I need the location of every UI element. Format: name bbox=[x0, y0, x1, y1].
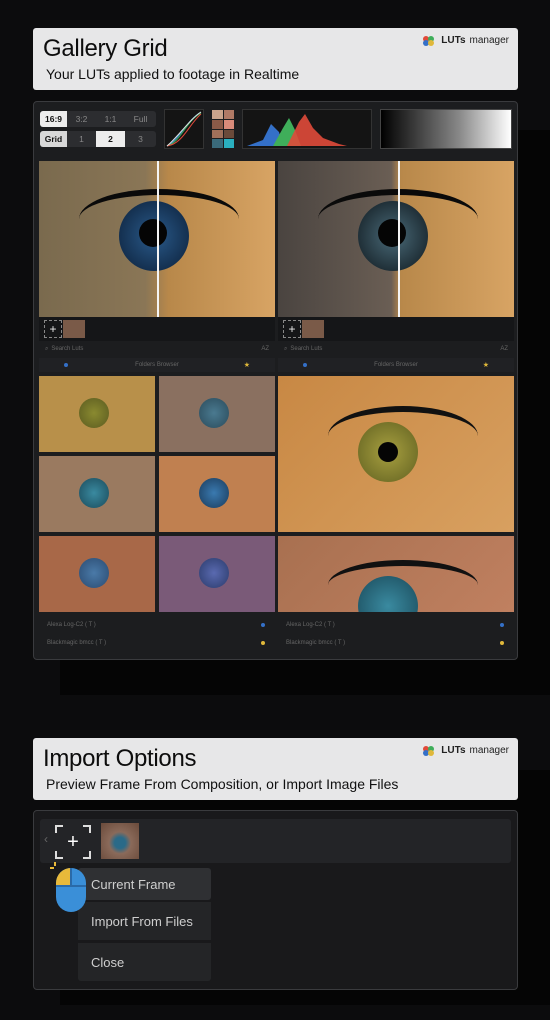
split-line[interactable] bbox=[398, 161, 400, 317]
search-icon: ⌕ bbox=[45, 345, 49, 352]
grid-tile-2[interactable] bbox=[159, 376, 275, 452]
logo-icon bbox=[423, 35, 437, 46]
search-bar-right[interactable]: ⌕ Search Luts AZ bbox=[278, 342, 514, 356]
large-tile-1[interactable] bbox=[278, 376, 514, 532]
histogram-widget[interactable] bbox=[242, 109, 372, 149]
lut-item-label: Alexa Log-C2 ( T ) bbox=[286, 622, 335, 628]
grid-label: Grid bbox=[40, 131, 67, 147]
folders-bar-left[interactable]: Folders Browser ★ bbox=[39, 358, 275, 372]
brand-bold: LUTs bbox=[441, 745, 466, 756]
histogram-graph bbox=[247, 114, 347, 146]
preview-right[interactable] bbox=[278, 161, 514, 317]
add-frame-button[interactable]: + bbox=[283, 320, 301, 338]
preview-left[interactable] bbox=[39, 161, 275, 317]
search-placeholder: Search Luts bbox=[51, 346, 84, 352]
add-frame-button[interactable]: + bbox=[44, 320, 62, 338]
brand-logo: LUTs manager bbox=[423, 745, 509, 756]
lut-item-label: Alexa Log-C2 ( T ) bbox=[47, 622, 96, 628]
add-frame-button[interactable]: + bbox=[55, 825, 91, 859]
menu-label: Current Frame bbox=[91, 876, 176, 892]
frame-thumbnail[interactable] bbox=[63, 320, 85, 338]
star-icon[interactable]: ★ bbox=[483, 361, 489, 369]
grid-size-selector: Grid 1 2 3 bbox=[40, 131, 156, 147]
aspect-option-full[interactable]: Full bbox=[125, 111, 156, 127]
menu-close[interactable]: Close bbox=[78, 943, 211, 981]
curves-graph bbox=[166, 111, 202, 147]
thumb-strip-right: + bbox=[278, 317, 514, 341]
brand-light: manager bbox=[469, 745, 509, 756]
brand-logo: LUTs manager bbox=[423, 35, 509, 46]
aspect-option-3-2[interactable]: 3:2 bbox=[67, 111, 96, 127]
search-bar-left[interactable]: ⌕ Search Luts AZ bbox=[39, 342, 275, 356]
lut-item-left-1[interactable]: Alexa Log-C2 ( T ) bbox=[39, 617, 275, 633]
thumb-strip-left: + bbox=[39, 317, 275, 341]
search-placeholder: Search Luts bbox=[290, 346, 323, 352]
grid-tile-6[interactable] bbox=[159, 536, 275, 612]
grid-tile-3[interactable] bbox=[39, 456, 155, 532]
curves-widget[interactable] bbox=[164, 109, 204, 149]
folders-bar-right[interactable]: Folders Browser ★ bbox=[278, 358, 514, 372]
search-icon: ⌕ bbox=[284, 345, 288, 352]
grid-tile-4[interactable] bbox=[159, 456, 275, 532]
gallery-grid-card: Gallery Grid Your LUTs applied to footag… bbox=[33, 28, 518, 90]
lut-item-label: Blackmagic bmcc ( T ) bbox=[47, 640, 107, 646]
grid-option-1[interactable]: 1 bbox=[67, 131, 96, 147]
large-tile-2[interactable] bbox=[278, 536, 514, 612]
grid-tile-5[interactable] bbox=[39, 536, 155, 612]
swatch-palette[interactable] bbox=[212, 110, 234, 148]
frame-thumbnail[interactable] bbox=[101, 823, 139, 859]
aspect-option-16-9[interactable]: 16:9 bbox=[40, 111, 67, 127]
lut-item-label: Blackmagic bmcc ( T ) bbox=[286, 640, 346, 646]
menu-label: Close bbox=[91, 954, 125, 970]
import-thumb-strip: ‹ + bbox=[40, 819, 511, 863]
logo-icon bbox=[423, 745, 437, 756]
folder-icon bbox=[303, 363, 307, 367]
brand-bold: LUTs bbox=[441, 35, 466, 46]
click-indicator bbox=[50, 862, 60, 872]
chevron-left-icon[interactable]: ‹ bbox=[44, 832, 48, 846]
sort-label[interactable]: AZ bbox=[500, 346, 508, 352]
lut-item-left-2[interactable]: Blackmagic bmcc ( T ) bbox=[39, 635, 275, 651]
star-icon[interactable]: ★ bbox=[244, 361, 250, 369]
split-line[interactable] bbox=[157, 161, 159, 317]
grid-tile-1[interactable] bbox=[39, 376, 155, 452]
brand-light: manager bbox=[469, 35, 509, 46]
gallery-panel: 16:9 3:2 1:1 Full Grid 1 2 3 + ⌕ Search … bbox=[33, 101, 518, 660]
folder-icon bbox=[64, 363, 68, 367]
menu-current-frame[interactable]: Current Frame bbox=[78, 868, 211, 900]
import-options-card: Import Options Preview Frame From Compos… bbox=[33, 738, 518, 800]
aspect-option-1-1[interactable]: 1:1 bbox=[96, 111, 125, 127]
grid-option-3[interactable]: 3 bbox=[125, 131, 156, 147]
lut-item-right-1[interactable]: Alexa Log-C2 ( T ) bbox=[278, 617, 514, 633]
folders-label: Folders Browser bbox=[374, 362, 418, 368]
plus-icon: + bbox=[67, 830, 79, 853]
gradient-strip[interactable] bbox=[380, 109, 512, 149]
aspect-ratio-selector: 16:9 3:2 1:1 Full bbox=[40, 111, 156, 127]
menu-import-from-files[interactable]: Import From Files bbox=[78, 902, 211, 940]
menu-label: Import From Files bbox=[91, 913, 193, 929]
frame-thumbnail[interactable] bbox=[302, 320, 324, 338]
lut-item-right-2[interactable]: Blackmagic bmcc ( T ) bbox=[278, 635, 514, 651]
sort-label[interactable]: AZ bbox=[261, 346, 269, 352]
folders-label: Folders Browser bbox=[135, 362, 179, 368]
gallery-subtitle: Your LUTs applied to footage in Realtime bbox=[46, 66, 300, 82]
grid-option-2[interactable]: 2 bbox=[96, 131, 125, 147]
import-subtitle: Preview Frame From Composition, or Impor… bbox=[46, 776, 399, 792]
mouse-icon bbox=[56, 868, 86, 912]
